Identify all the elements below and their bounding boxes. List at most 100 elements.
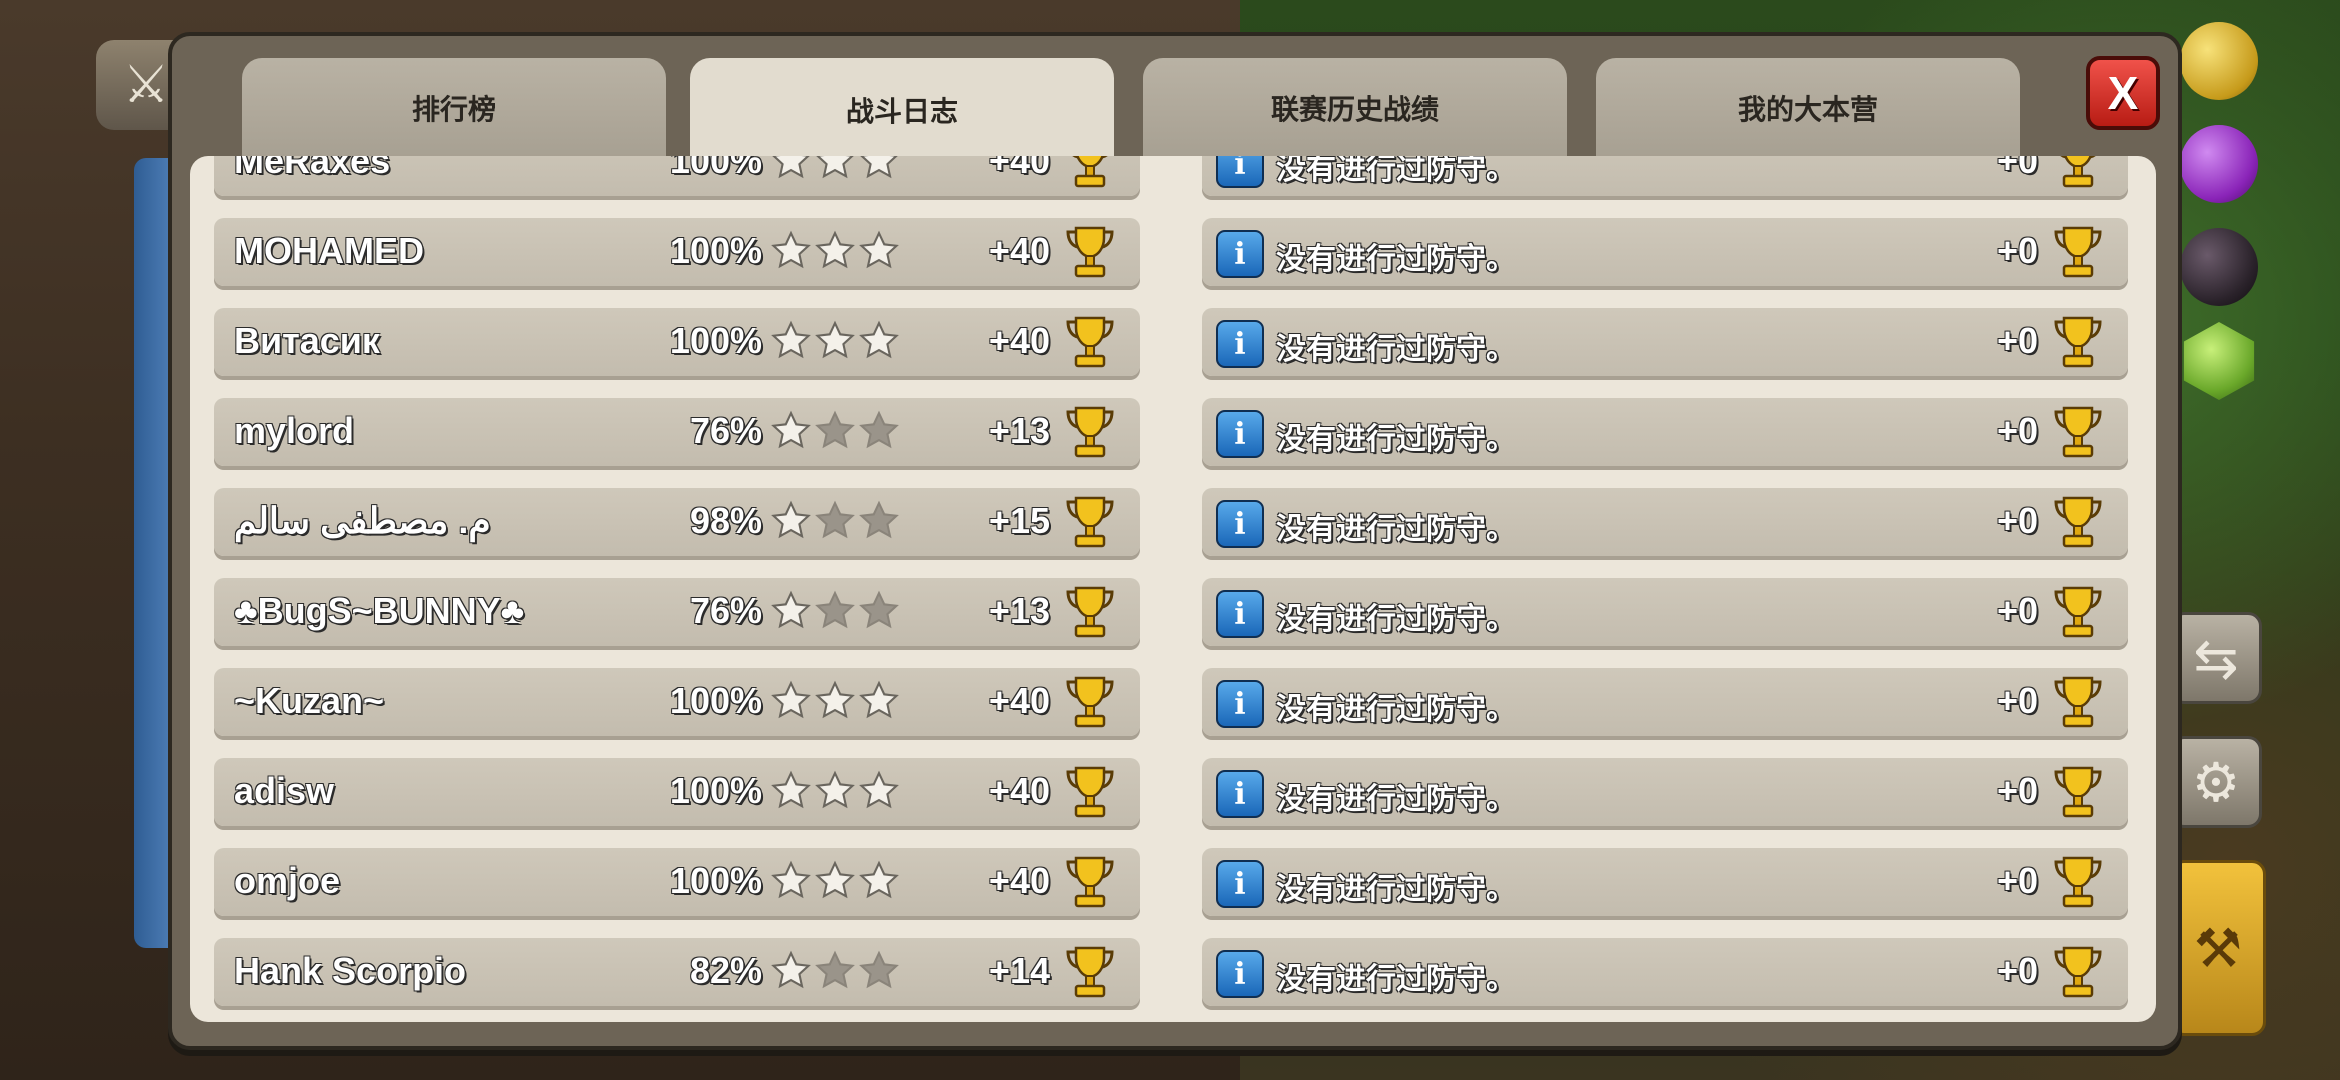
- defense-log-row[interactable]: i 没有进行过防守。 +0: [1202, 308, 2128, 376]
- no-defense-text: 没有进行过防守。: [1276, 873, 1516, 906]
- player-name: Hank Scorpio: [234, 950, 467, 991]
- defense-log-row[interactable]: i 没有进行过防守。 +0: [1202, 218, 2128, 286]
- star-icon: [770, 860, 812, 902]
- trophy-icon: [1064, 854, 1116, 910]
- info-icon[interactable]: i: [1216, 590, 1264, 638]
- info-icon[interactable]: i: [1216, 680, 1264, 728]
- trophy-icon: [2052, 224, 2104, 280]
- close-button[interactable]: X: [2086, 56, 2160, 130]
- star-icon: [814, 320, 856, 362]
- attack-log-row[interactable]: mylord 76% +13: [214, 398, 1140, 466]
- trophy-change: +0: [1996, 590, 2038, 631]
- gold-resource-icon: [2180, 22, 2258, 100]
- destruction-percent: 100%: [669, 680, 762, 721]
- player-name: ~Kuzan~: [234, 680, 385, 721]
- trophy-icon: [1064, 156, 1116, 190]
- trophy-change: +0: [1996, 410, 2038, 451]
- trophy-change: +0: [1996, 680, 2038, 721]
- shop-button[interactable]: ⚒: [2170, 860, 2266, 1036]
- star-icon: [858, 680, 900, 722]
- trophy-change: +0: [1996, 230, 2038, 271]
- player-name: م. مصطفى سالم: [234, 500, 491, 541]
- battle-log-list[interactable]: MeRaxes 100% +40 MOHAMED 100% +40 Витасик 100% +…: [190, 156, 2156, 1022]
- defense-log-row[interactable]: i 没有进行过防守。 +0: [1202, 156, 2128, 196]
- defense-log-row[interactable]: i 没有进行过防守。 +0: [1202, 578, 2128, 646]
- attack-log-row[interactable]: adisw 100% +40: [214, 758, 1140, 826]
- attack-log-row[interactable]: Витасик 100% +40: [214, 308, 1140, 376]
- attack-log-row[interactable]: ♣BugS~BUNNY♣ 76% +13: [214, 578, 1140, 646]
- star-icon: [814, 770, 856, 812]
- attack-log-row[interactable]: omjoe 100% +40: [214, 848, 1140, 916]
- trophy-icon: [2052, 944, 2104, 1000]
- destruction-percent: 100%: [669, 156, 762, 181]
- defense-log-row[interactable]: i 没有进行过防守。 +0: [1202, 758, 2128, 826]
- info-icon[interactable]: i: [1216, 230, 1264, 278]
- star-icon: [770, 410, 812, 452]
- trophy-change: +40: [988, 320, 1050, 361]
- no-defense-text: 没有进行过防守。: [1276, 513, 1516, 546]
- attack-log-row[interactable]: ~Kuzan~ 100% +40: [214, 668, 1140, 736]
- info-icon[interactable]: i: [1216, 320, 1264, 368]
- destruction-percent: 82%: [689, 950, 762, 991]
- trophy-icon: [1064, 584, 1116, 640]
- info-icon[interactable]: i: [1216, 500, 1264, 548]
- star-icon: [858, 410, 900, 452]
- attack-log-row[interactable]: Hank Scorpio 82% +14: [214, 938, 1140, 1006]
- info-icon[interactable]: i: [1216, 860, 1264, 908]
- trophy-icon: [1064, 764, 1116, 820]
- defense-log-row[interactable]: i 没有进行过防守。 +0: [1202, 488, 2128, 556]
- dark-elixir-resource-icon: [2180, 228, 2258, 306]
- tab-my-village[interactable]: 我的大本营: [1596, 58, 2020, 158]
- trophy-change: +40: [988, 770, 1050, 811]
- star-icon: [770, 770, 812, 812]
- trophy-change: +40: [988, 680, 1050, 721]
- star-rating: [770, 680, 900, 724]
- trophy-change: +40: [988, 156, 1050, 181]
- destruction-percent: 100%: [669, 230, 762, 271]
- settings-button[interactable]: ⚙: [2170, 736, 2262, 828]
- star-rating: [770, 230, 900, 274]
- no-defense-text: 没有进行过防守。: [1276, 693, 1516, 726]
- info-icon[interactable]: i: [1216, 410, 1264, 458]
- destruction-percent: 100%: [669, 320, 762, 361]
- info-icon[interactable]: i: [1216, 950, 1264, 998]
- defense-log-row[interactable]: i 没有进行过防守。 +0: [1202, 668, 2128, 736]
- attack-log-row[interactable]: م. مصطفى سالم 98% +15: [214, 488, 1140, 556]
- attack-log-row[interactable]: MeRaxes 100% +40: [214, 156, 1140, 196]
- trophy-icon: [2052, 494, 2104, 550]
- star-icon: [814, 680, 856, 722]
- destruction-percent: 100%: [669, 770, 762, 811]
- trophy-icon: [2052, 156, 2104, 190]
- tab-league-history[interactable]: 联赛历史战绩: [1143, 58, 1567, 158]
- trophy-change: +0: [1996, 770, 2038, 811]
- tab-label: 战斗日志: [845, 96, 958, 127]
- star-rating: [770, 860, 900, 904]
- destruction-percent: 100%: [669, 860, 762, 901]
- star-icon: [770, 680, 812, 722]
- tab-bar: 排行榜 战斗日志 联赛历史战绩 我的大本营: [242, 58, 2042, 162]
- defense-log-row[interactable]: i 没有进行过防守。 +0: [1202, 938, 2128, 1006]
- no-defense-text: 没有进行过防守。: [1276, 156, 1516, 186]
- tab-battle-log[interactable]: 战斗日志: [690, 58, 1114, 162]
- trophy-icon: [2052, 584, 2104, 640]
- tab-leaderboard[interactable]: 排行榜: [242, 58, 666, 158]
- info-icon[interactable]: i: [1216, 156, 1264, 188]
- defense-log-row[interactable]: i 没有进行过防守。 +0: [1202, 848, 2128, 916]
- attack-log-row[interactable]: MOHAMED 100% +40: [214, 218, 1140, 286]
- info-icon[interactable]: i: [1216, 770, 1264, 818]
- star-icon: [814, 156, 856, 182]
- gear-icon: ⚙: [2191, 752, 2241, 813]
- hammer-icon: ⚒: [2193, 918, 2243, 979]
- no-defense-text: 没有进行过防守。: [1276, 243, 1516, 276]
- player-name: omjoe: [234, 860, 341, 901]
- defense-log-row[interactable]: i 没有进行过防守。 +0: [1202, 398, 2128, 466]
- elixir-resource-icon: [2180, 125, 2258, 203]
- player-name: adisw: [234, 770, 335, 811]
- trophy-change: +0: [1996, 860, 2038, 901]
- star-rating: [770, 770, 900, 814]
- trophy-change: +0: [1996, 950, 2038, 991]
- destruction-percent: 76%: [689, 410, 762, 451]
- no-defense-text: 没有进行过防守。: [1276, 423, 1516, 456]
- star-icon: [814, 950, 856, 992]
- edit-layout-button[interactable]: ⇆: [2170, 612, 2262, 704]
